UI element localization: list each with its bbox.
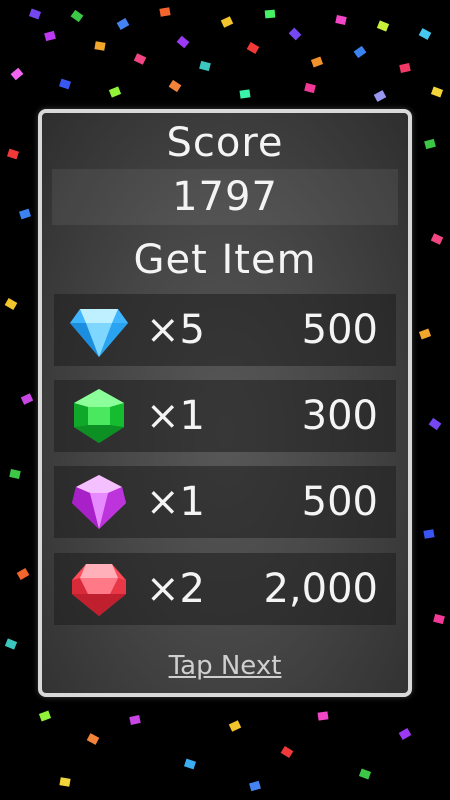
confetti-piece bbox=[418, 28, 432, 40]
score-value: 1797 bbox=[172, 174, 278, 220]
item-quantity: ×1 bbox=[146, 479, 205, 525]
confetti-piece bbox=[430, 86, 444, 98]
confetti-piece bbox=[4, 298, 18, 310]
result-panel: Score 1797 Get Item ×5 500 ×1 300 ×1 500… bbox=[38, 109, 412, 697]
item-row-red: ×2 2,000 bbox=[54, 553, 396, 625]
confetti-piece bbox=[20, 393, 34, 405]
confetti-piece bbox=[428, 417, 442, 431]
item-quantity: ×1 bbox=[146, 393, 205, 439]
confetti-piece bbox=[133, 53, 147, 65]
item-row-blue: ×5 500 bbox=[54, 294, 396, 366]
confetti-piece bbox=[38, 710, 52, 722]
confetti-piece bbox=[184, 758, 196, 770]
red-gem-icon bbox=[72, 564, 126, 616]
tap-next-button[interactable]: Tap Next bbox=[42, 650, 408, 682]
confetti-piece bbox=[353, 45, 367, 59]
confetti-piece bbox=[418, 328, 432, 340]
confetti-piece bbox=[9, 469, 21, 479]
confetti-piece bbox=[176, 35, 190, 49]
get-item-label: Get Item bbox=[133, 237, 317, 283]
confetti-piece bbox=[304, 82, 316, 94]
confetti-piece bbox=[28, 8, 42, 20]
confetti-piece bbox=[280, 745, 294, 759]
green-gem-icon bbox=[74, 389, 124, 443]
item-value: 300 bbox=[301, 393, 378, 439]
confetti-piece bbox=[264, 9, 276, 19]
confetti-piece bbox=[220, 16, 234, 28]
item-row-green: ×1 300 bbox=[54, 380, 396, 452]
confetti-piece bbox=[288, 27, 302, 41]
item-row-purple: ×1 500 bbox=[54, 466, 396, 538]
item-value: 500 bbox=[301, 307, 378, 353]
confetti-piece bbox=[399, 63, 411, 73]
confetti-piece bbox=[228, 720, 242, 732]
confetti-piece bbox=[246, 42, 260, 54]
item-value: 2,000 bbox=[263, 566, 378, 612]
confetti-piece bbox=[7, 148, 19, 160]
item-quantity: ×2 bbox=[146, 566, 205, 612]
confetti-piece bbox=[239, 89, 251, 99]
confetti-piece bbox=[159, 7, 171, 17]
confetti-piece bbox=[199, 60, 211, 72]
confetti-piece bbox=[430, 233, 444, 245]
blue-gem-icon bbox=[70, 309, 128, 357]
confetti-piece bbox=[4, 638, 18, 650]
confetti-piece bbox=[108, 86, 122, 98]
confetti-piece bbox=[129, 715, 141, 725]
confetti-piece bbox=[317, 711, 329, 721]
confetti-piece bbox=[19, 208, 31, 220]
confetti-piece bbox=[168, 79, 182, 93]
confetti-piece bbox=[16, 568, 30, 580]
confetti-piece bbox=[10, 67, 24, 81]
confetti-piece bbox=[249, 780, 261, 792]
confetti-piece bbox=[424, 138, 436, 150]
confetti-piece bbox=[116, 18, 130, 30]
confetti-piece bbox=[59, 777, 71, 787]
confetti-piece bbox=[86, 733, 100, 745]
item-quantity: ×5 bbox=[146, 307, 205, 353]
score-label: Score bbox=[166, 120, 284, 166]
confetti-piece bbox=[423, 529, 435, 539]
confetti-piece bbox=[358, 768, 372, 780]
confetti-piece bbox=[335, 15, 347, 25]
confetti-piece bbox=[373, 90, 387, 102]
confetti-piece bbox=[433, 613, 445, 625]
confetti-piece bbox=[59, 78, 71, 90]
confetti-piece bbox=[44, 30, 56, 42]
purple-gem-icon bbox=[72, 475, 126, 529]
result-screen: Score 1797 Get Item ×5 500 ×1 300 ×1 500… bbox=[0, 0, 450, 800]
confetti-piece bbox=[70, 9, 84, 23]
item-value: 500 bbox=[301, 479, 378, 525]
confetti-piece bbox=[94, 41, 106, 51]
confetti-piece bbox=[376, 20, 390, 32]
confetti-piece bbox=[398, 728, 412, 740]
confetti-piece bbox=[310, 56, 324, 68]
